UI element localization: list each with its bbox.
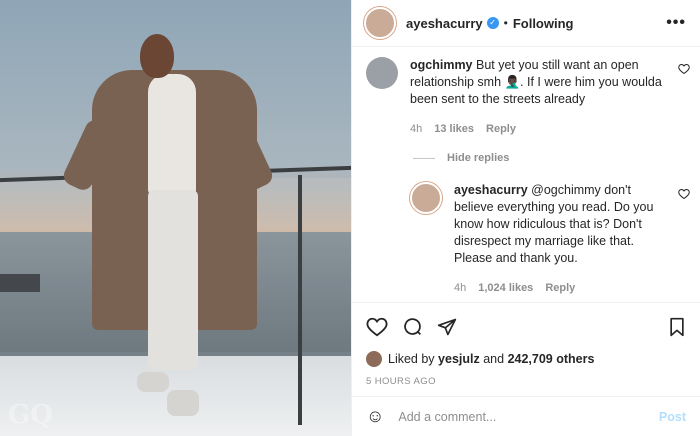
liker-avatar[interactable] <box>366 351 382 367</box>
likes-summary: Liked by yesjulz and 242,709 others <box>352 350 700 368</box>
share-icon[interactable] <box>437 317 457 337</box>
replier-username[interactable]: ayeshacurry <box>454 183 528 197</box>
comment-reply: ayeshacurry @ogchimmy don't believe ever… <box>352 182 700 297</box>
author-username[interactable]: ayeshacurry <box>406 16 483 31</box>
comment-heart-icon[interactable] <box>678 63 690 78</box>
comment-meta: 4h 13 likes Reply <box>410 121 672 138</box>
bookmark-icon[interactable] <box>668 317 686 337</box>
hide-replies-label: Hide replies <box>447 152 510 164</box>
comment-icon[interactable] <box>402 316 423 337</box>
commenter-avatar[interactable] <box>366 57 398 89</box>
reply-button[interactable]: Reply <box>486 121 516 138</box>
comment: ogchimmy But yet you still want an open … <box>352 57 700 138</box>
verified-badge-icon: ✓ <box>486 17 499 29</box>
hide-replies-button[interactable]: Hide replies <box>413 152 700 164</box>
commenter-username[interactable]: ogchimmy <box>410 58 473 72</box>
reply-meta: 4h 1,024 likes Reply <box>454 280 666 297</box>
reply-time[interactable]: 4h <box>454 280 466 297</box>
author-avatar[interactable] <box>364 7 396 39</box>
likes-others-link[interactable]: 242,709 others <box>508 352 595 366</box>
post-photo: GQ <box>0 0 351 436</box>
comment-input[interactable] <box>398 409 659 424</box>
post-timestamp[interactable]: 5 HOURS AGO <box>352 368 700 396</box>
post-sidebar: ayeshacurry ✓ • Following ••• ogchimmy B… <box>351 0 700 436</box>
more-options-icon[interactable]: ••• <box>666 14 686 32</box>
comment-likes[interactable]: 13 likes <box>434 121 474 138</box>
like-heart-icon[interactable] <box>366 316 388 338</box>
emoji-icon[interactable]: ☺ <box>366 406 384 427</box>
separator-dot: • <box>503 16 508 30</box>
comments-list[interactable]: ogchimmy But yet you still want an open … <box>352 47 700 302</box>
instagram-post-modal: GQ ayeshacurry ✓ • Following ••• ogchimm… <box>0 0 700 436</box>
replier-avatar[interactable] <box>410 182 442 214</box>
comment-time[interactable]: 4h <box>410 121 422 138</box>
reply-likes[interactable]: 1,024 likes <box>478 280 533 297</box>
photo-watermark: GQ <box>8 400 53 430</box>
post-header: ayeshacurry ✓ • Following ••• <box>352 0 700 47</box>
post-actions <box>352 302 700 350</box>
following-button[interactable]: Following <box>513 16 574 31</box>
reply-heart-icon[interactable] <box>678 188 690 203</box>
post-comment-button[interactable]: Post <box>659 410 686 424</box>
reply-reply-button[interactable]: Reply <box>545 280 575 297</box>
add-comment-bar: ☺ Post <box>352 396 700 436</box>
liker-username[interactable]: yesjulz <box>438 352 480 366</box>
